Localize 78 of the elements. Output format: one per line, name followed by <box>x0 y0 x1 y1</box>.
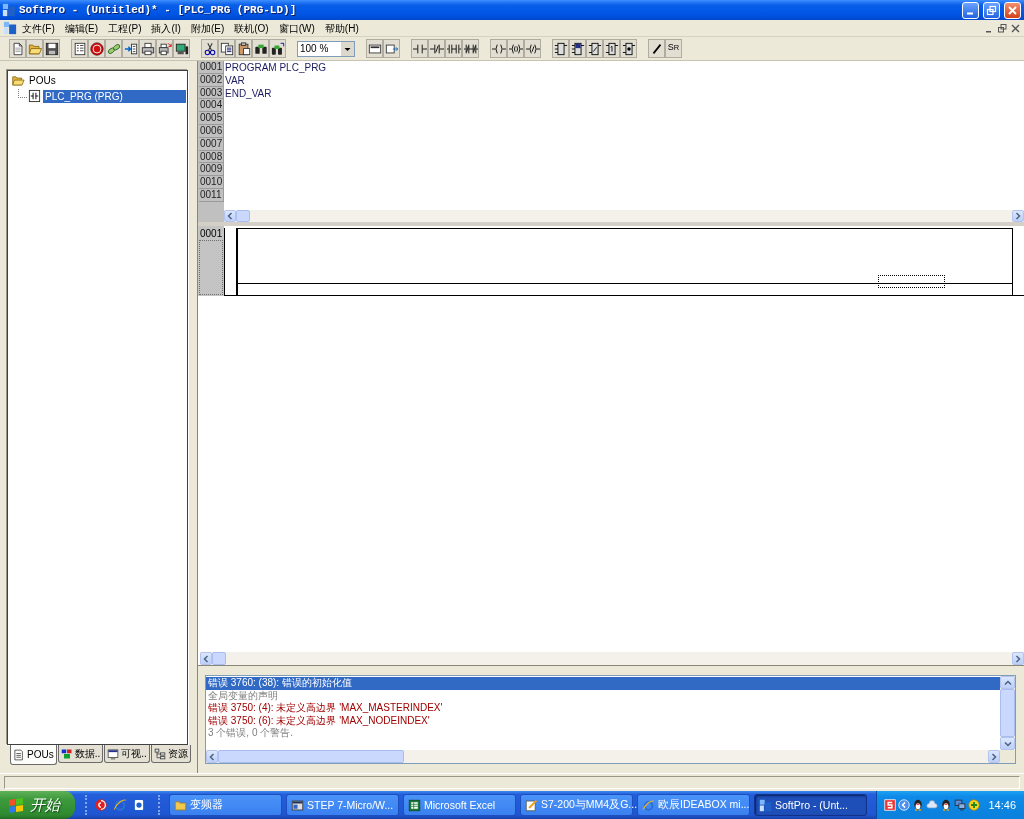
line-number: 0008 <box>199 150 224 164</box>
start-button[interactable]: 开始 <box>0 791 75 819</box>
ladder-document-icon <box>28 89 41 103</box>
message-row[interactable]: 全局变量的声明 <box>206 689 1000 703</box>
restore-icon[interactable] <box>998 23 1007 33</box>
scrollbar-thumb[interactable] <box>212 652 226 665</box>
horizontal-scrollbar[interactable] <box>200 652 1024 665</box>
zoom-combo[interactable]: 100 % <box>297 40 355 57</box>
folder-icon <box>11 73 25 87</box>
scrollbar-thumb[interactable] <box>1000 689 1015 737</box>
ring-orbit-icon[interactable] <box>113 798 127 812</box>
penguin-icon[interactable] <box>912 799 925 811</box>
taskbar-button[interactable]: SoftPro - (Unt... <box>754 794 867 816</box>
line-number: 0007 <box>199 137 224 151</box>
menu-item[interactable]: 帮助(H) <box>319 20 364 36</box>
line-number: 0006 <box>199 125 224 138</box>
chevron-circle-icon[interactable] <box>898 799 911 811</box>
folder-icon[interactable] <box>174 798 187 812</box>
plus-circle-icon[interactable] <box>968 799 981 811</box>
squares-logo-icon <box>2 3 16 17</box>
line-number: 0005 <box>199 112 224 125</box>
panel-tab[interactable]: 数据.. <box>57 745 104 763</box>
menu-item[interactable]: 窗口(W) <box>273 20 320 36</box>
message-row[interactable]: 错误 3750: (6): 未定义高边界 'MAX_NODEINDEX' <box>206 714 1000 728</box>
window-icon[interactable] <box>291 798 304 812</box>
tile-icon[interactable] <box>884 799 897 811</box>
menu-item[interactable]: 联机(O) <box>229 20 274 36</box>
caret-down-icon[interactable] <box>341 41 354 56</box>
horizontal-scrollbar[interactable] <box>206 750 1000 763</box>
tree-branch-line <box>18 88 27 98</box>
flag-icon[interactable] <box>8 797 24 813</box>
line-number: 0010 <box>199 176 224 189</box>
message-row[interactable]: 错误 3750: (4): 未定义高边界 'MAX_MASTERINDEX' <box>206 702 1000 715</box>
line-number: 0009 <box>199 163 224 177</box>
message-row[interactable]: 错误 3760: (38): 错误的初始化值 <box>206 677 1000 690</box>
code-line: PROGRAM PLC_PRG <box>224 62 327 73</box>
code-line: END_VAR <box>224 87 272 99</box>
menu-item[interactable]: 插入(I) <box>146 20 186 36</box>
panel-tab[interactable]: 可视.. <box>104 745 150 763</box>
squares-logo-icon[interactable] <box>759 798 772 812</box>
monitor-icon[interactable] <box>954 799 967 811</box>
pencil-document-icon[interactable] <box>525 798 538 812</box>
menu-item[interactable]: 工程(P) <box>103 20 147 36</box>
panel-tab[interactable]: 资源 <box>150 745 191 763</box>
rounded-page-icon[interactable] <box>132 798 146 812</box>
line-number: 0004 <box>199 99 224 113</box>
clock: 14:46 <box>988 799 1016 811</box>
tree-diagram-icon[interactable] <box>153 747 166 760</box>
horizontal-scrollbar[interactable] <box>224 210 1024 222</box>
tree-item[interactable]: POUs <box>27 73 58 87</box>
penguin-icon[interactable] <box>940 799 953 811</box>
tree-item[interactable]: PLC_PRG (PRG) <box>43 89 186 103</box>
network-number: 0001 <box>199 228 223 240</box>
scrollbar-corner <box>1000 750 1015 763</box>
network-focus-box <box>199 240 223 295</box>
window-title: SoftPro - (Untitled)* - [PLC_PRG (PRG-LD)] <box>19 4 298 16</box>
menu-item[interactable]: 编辑(E) <box>59 20 104 36</box>
window-icon[interactable] <box>107 747 120 760</box>
color-squares-icon[interactable] <box>60 747 73 760</box>
swirl-icon[interactable] <box>94 798 108 812</box>
close-icon[interactable] <box>1011 23 1020 33</box>
squares-logo-icon <box>3 21 17 35</box>
menu-item[interactable]: 附加(E) <box>185 20 230 36</box>
scrollbar-thumb[interactable] <box>218 750 404 763</box>
menu-item[interactable]: 文件(F) <box>17 20 60 36</box>
vertical-scrollbar[interactable] <box>1000 676 1015 750</box>
network-margin[interactable]: 0001 <box>198 226 224 296</box>
panel-tab[interactable]: POUs <box>10 745 57 765</box>
spreadsheet-icon[interactable] <box>408 798 421 812</box>
message-row[interactable]: 3 个错误, 0 个警告. <box>206 727 1000 740</box>
line-number: 0002 <box>199 73 224 87</box>
code-line: VAR <box>224 74 245 86</box>
line-number: 0001 <box>199 61 224 74</box>
line-number: 0003 <box>199 86 224 100</box>
line-number: 0011 <box>199 188 224 202</box>
scrollbar-thumb[interactable] <box>236 210 250 222</box>
selection-box[interactable] <box>878 275 945 288</box>
document-icon[interactable] <box>13 748 25 761</box>
